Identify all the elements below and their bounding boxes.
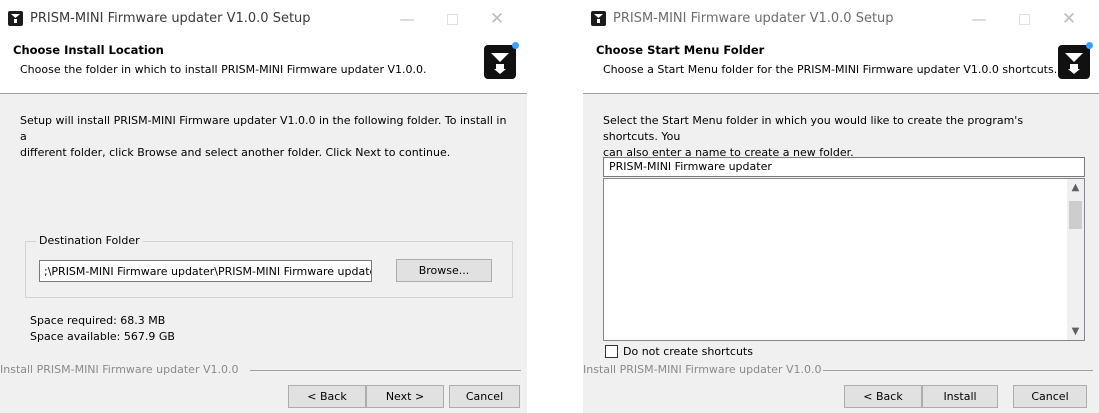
cancel-button[interactable]: Cancel	[449, 385, 520, 408]
close-button[interactable]: ✕	[477, 4, 517, 34]
page-title: Choose Install Location	[13, 43, 164, 57]
instructions-line-1: Setup will install PRISM-MINI Firmware u…	[20, 114, 507, 143]
scroll-thumb[interactable]	[1069, 201, 1082, 229]
instructions-text: Setup will install PRISM-MINI Firmware u…	[20, 113, 507, 161]
destination-path-input[interactable]: ;\PRISM-MINI Firmware updater\PRISM-MINI…	[39, 260, 372, 282]
installer-logo-icon	[1058, 42, 1093, 79]
installer-logo-icon	[484, 42, 519, 79]
wizard-header: Choose Install Location Choose the folde…	[0, 38, 527, 94]
no-shortcuts-label[interactable]: Do not create shortcuts	[623, 345, 753, 358]
setup-window-start-menu: PRISM-MINI Firmware updater V1.0.0 Setup…	[583, 0, 1099, 413]
browse-button[interactable]: Browse...	[396, 259, 492, 282]
logo-badge	[1086, 42, 1093, 49]
app-icon	[8, 11, 23, 26]
maximize-button[interactable]	[1004, 4, 1044, 34]
scroll-down-icon[interactable]: ▼	[1067, 323, 1084, 340]
minimize-button[interactable]: —	[959, 4, 999, 34]
install-button[interactable]: Install	[922, 385, 998, 408]
back-button[interactable]: < Back	[288, 385, 366, 408]
logo-badge	[512, 42, 519, 49]
space-required: Space required: 68.3 MB	[30, 314, 166, 327]
title-bar[interactable]: PRISM-MINI Firmware updater V1.0.0 Setup…	[583, 0, 1099, 38]
page-subtitle: Choose a Start Menu folder for the PRISM…	[603, 63, 1058, 76]
cancel-button[interactable]: Cancel	[1013, 385, 1087, 408]
branding-text: Install PRISM-MINI Firmware updater V1.0…	[0, 363, 239, 376]
start-menu-folder-list[interactable]: ▲ ▼	[603, 178, 1085, 341]
no-shortcuts-checkbox[interactable]	[605, 345, 618, 358]
start-menu-folder-input[interactable]: PRISM-MINI Firmware updater	[603, 157, 1085, 177]
branding-text: Install PRISM-MINI Firmware updater V1.0…	[583, 363, 822, 376]
destination-folder-group: Destination Folder ;\PRISM-MINI Firmware…	[25, 234, 513, 298]
instructions-text: Select the Start Menu folder in which yo…	[603, 113, 1079, 161]
branding-divider	[823, 370, 1093, 371]
branding-divider	[250, 370, 521, 371]
minimize-button[interactable]: —	[387, 4, 427, 34]
maximize-icon	[1018, 14, 1030, 25]
instructions-line-1: Select the Start Menu folder in which yo…	[603, 114, 1024, 143]
instructions-line-2: different folder, click Browse and selec…	[20, 146, 451, 159]
folder-list-scrollbar[interactable]: ▲ ▼	[1067, 179, 1084, 340]
title-bar[interactable]: PRISM-MINI Firmware updater V1.0.0 Setup…	[0, 0, 527, 38]
setup-window-install-location: PRISM-MINI Firmware updater V1.0.0 Setup…	[0, 0, 527, 413]
destination-folder-label: Destination Folder	[36, 234, 143, 247]
close-button[interactable]: ✕	[1049, 4, 1089, 34]
window-title: PRISM-MINI Firmware updater V1.0.0 Setup	[30, 11, 311, 26]
window-title: PRISM-MINI Firmware updater V1.0.0 Setup	[613, 11, 894, 26]
space-available: Space available: 567.9 GB	[30, 330, 175, 343]
page-subtitle: Choose the folder in which to install PR…	[20, 63, 427, 76]
next-button[interactable]: Next >	[366, 385, 444, 408]
app-icon	[591, 11, 606, 26]
back-button[interactable]: < Back	[844, 385, 922, 408]
maximize-button[interactable]	[432, 4, 472, 34]
scroll-up-icon[interactable]: ▲	[1067, 179, 1084, 196]
page-title: Choose Start Menu Folder	[596, 43, 765, 57]
wizard-header: Choose Start Menu Folder Choose a Start …	[583, 38, 1099, 94]
maximize-icon	[446, 14, 458, 25]
